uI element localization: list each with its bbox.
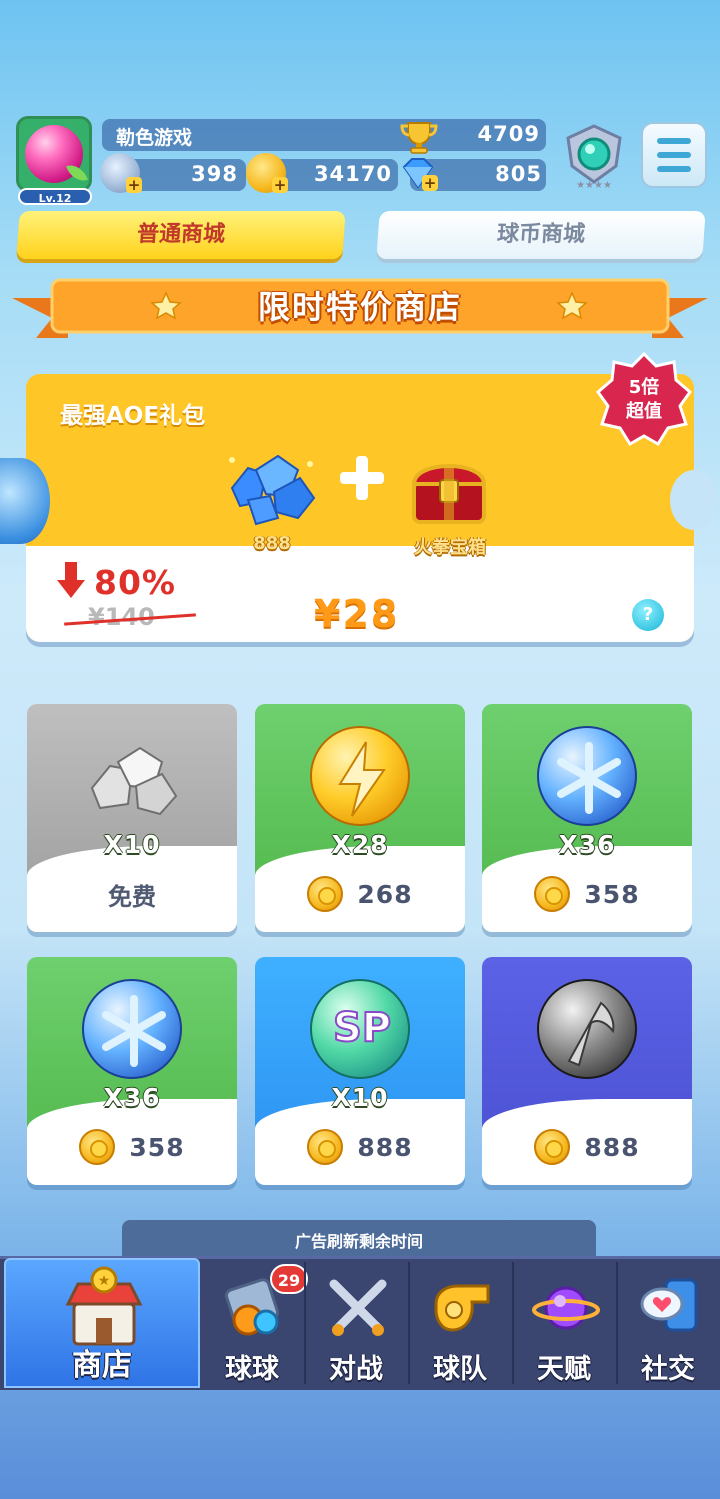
snowflake-ball-icon — [82, 979, 182, 1079]
item-price: 358 — [129, 1132, 185, 1162]
shop-icon: ★ — [65, 1266, 143, 1346]
deal-item2-label: 火拳宝箱 — [414, 537, 486, 558]
nav-shop[interactable]: ★ 商店 — [4, 1258, 200, 1388]
value-badge-text: 5倍 超值 — [608, 376, 680, 424]
rank-badge-icon[interactable]: ★★★★ — [558, 120, 630, 192]
deal-item1-label: 888 — [253, 533, 291, 554]
scythe-ball-icon — [537, 979, 637, 1079]
nav-team-label: 球队 — [433, 1354, 487, 1385]
shop-item-free-stones[interactable]: X10 免费 — [27, 704, 237, 932]
coin-icon — [307, 876, 344, 912]
sp-ball-icon: SP — [310, 979, 410, 1079]
gems-bundle-icon — [229, 454, 316, 526]
coin-icon — [534, 1129, 571, 1165]
svg-text:SP: SP — [333, 1005, 391, 1051]
plus-icon — [340, 456, 384, 500]
fist-chest-icon — [411, 464, 487, 524]
nav-shop-label: 商店 — [72, 1348, 132, 1383]
whistle-icon — [434, 1284, 490, 1332]
coins-value: 34170 — [313, 162, 392, 186]
item-quantity: X36 — [103, 1083, 161, 1112]
balls-notification-badge: 29 — [270, 1264, 308, 1294]
deal-price-button[interactable]: ¥28 — [314, 592, 399, 636]
planet-icon — [532, 1286, 600, 1330]
lightning-ball-icon — [310, 726, 410, 826]
item-quantity: X36 — [558, 830, 616, 859]
discount-percent: 80% — [94, 563, 176, 602]
value-badge-line2: 超值 — [626, 401, 662, 422]
add-stamina-icon[interactable]: + — [126, 177, 142, 193]
help-button[interactable]: ? — [632, 599, 664, 631]
discount-arrow-icon — [57, 562, 85, 598]
snowflake-ball-icon — [537, 726, 637, 826]
shop-item-lightning-ball[interactable]: X28 268 — [255, 704, 465, 932]
add-gems-icon[interactable]: + — [422, 175, 438, 191]
ad-refresh-timer: 广告刷新剩余时间 — [122, 1220, 596, 1260]
tab-ball-coin-shop[interactable]: 球币商城 — [376, 211, 706, 259]
item-price: 888 — [584, 1132, 640, 1162]
coin-icon — [534, 876, 571, 912]
item-price: 358 — [584, 879, 640, 909]
banner-title: 限时特价商店 — [257, 288, 462, 326]
add-coins-icon[interactable]: + — [272, 177, 288, 193]
svg-text:★★★★: ★★★★ — [576, 180, 612, 191]
coin-icon — [79, 1129, 116, 1165]
main-menu-button[interactable] — [641, 122, 707, 188]
crossed-swords-icon — [329, 1279, 387, 1336]
stamina-value: 398 — [191, 162, 238, 186]
coin-icon: + — [246, 153, 288, 193]
item-quantity: X10 — [103, 830, 161, 859]
shop-item-snowflake-ball-2[interactable]: X36 358 — [27, 957, 237, 1185]
shop-item-sp-ball[interactable]: SP X10 888 — [255, 957, 465, 1185]
value-badge-line1: 5倍 — [628, 377, 660, 398]
chat-heart-icon — [640, 1278, 698, 1332]
shop-item-scythe-ball[interactable]: 888 — [482, 957, 692, 1185]
nav-team[interactable]: 球队 — [408, 1258, 512, 1388]
tab-normal-shop[interactable]: 普通商城 — [16, 211, 346, 259]
player-avatar[interactable] — [16, 116, 92, 192]
player-name: 勒色游戏 — [116, 127, 193, 149]
silver-stones-icon — [90, 746, 178, 816]
nav-social[interactable]: 社交 — [616, 1258, 720, 1388]
free-label: 免费 — [108, 882, 156, 911]
shop-item-snowflake-ball[interactable]: X36 358 — [482, 704, 692, 932]
nav-talent[interactable]: 天赋 — [512, 1258, 616, 1388]
nav-balls-label: 球球 — [225, 1354, 279, 1385]
nav-social-label: 社交 — [641, 1354, 695, 1385]
svg-text:★: ★ — [98, 1273, 111, 1289]
item-quantity: X10 — [331, 1083, 389, 1112]
item-quantity: X28 — [331, 830, 389, 859]
card-notch — [670, 470, 718, 530]
item-price: 268 — [357, 879, 413, 909]
coin-icon — [307, 1129, 344, 1165]
stamina-icon: + — [100, 153, 142, 193]
nav-battle[interactable]: 对战 — [304, 1258, 408, 1388]
trophy-count: 4709 — [477, 122, 540, 146]
item-price: 888 — [357, 1132, 413, 1162]
nav-talent-label: 天赋 — [537, 1354, 591, 1385]
nav-battle-label: 对战 — [329, 1354, 383, 1385]
player-level-badge: Lv.12 — [18, 188, 92, 205]
trophy-icon — [400, 122, 438, 154]
gems-value: 805 — [495, 162, 542, 186]
deal-title: 最强AOE礼包 — [60, 403, 206, 429]
